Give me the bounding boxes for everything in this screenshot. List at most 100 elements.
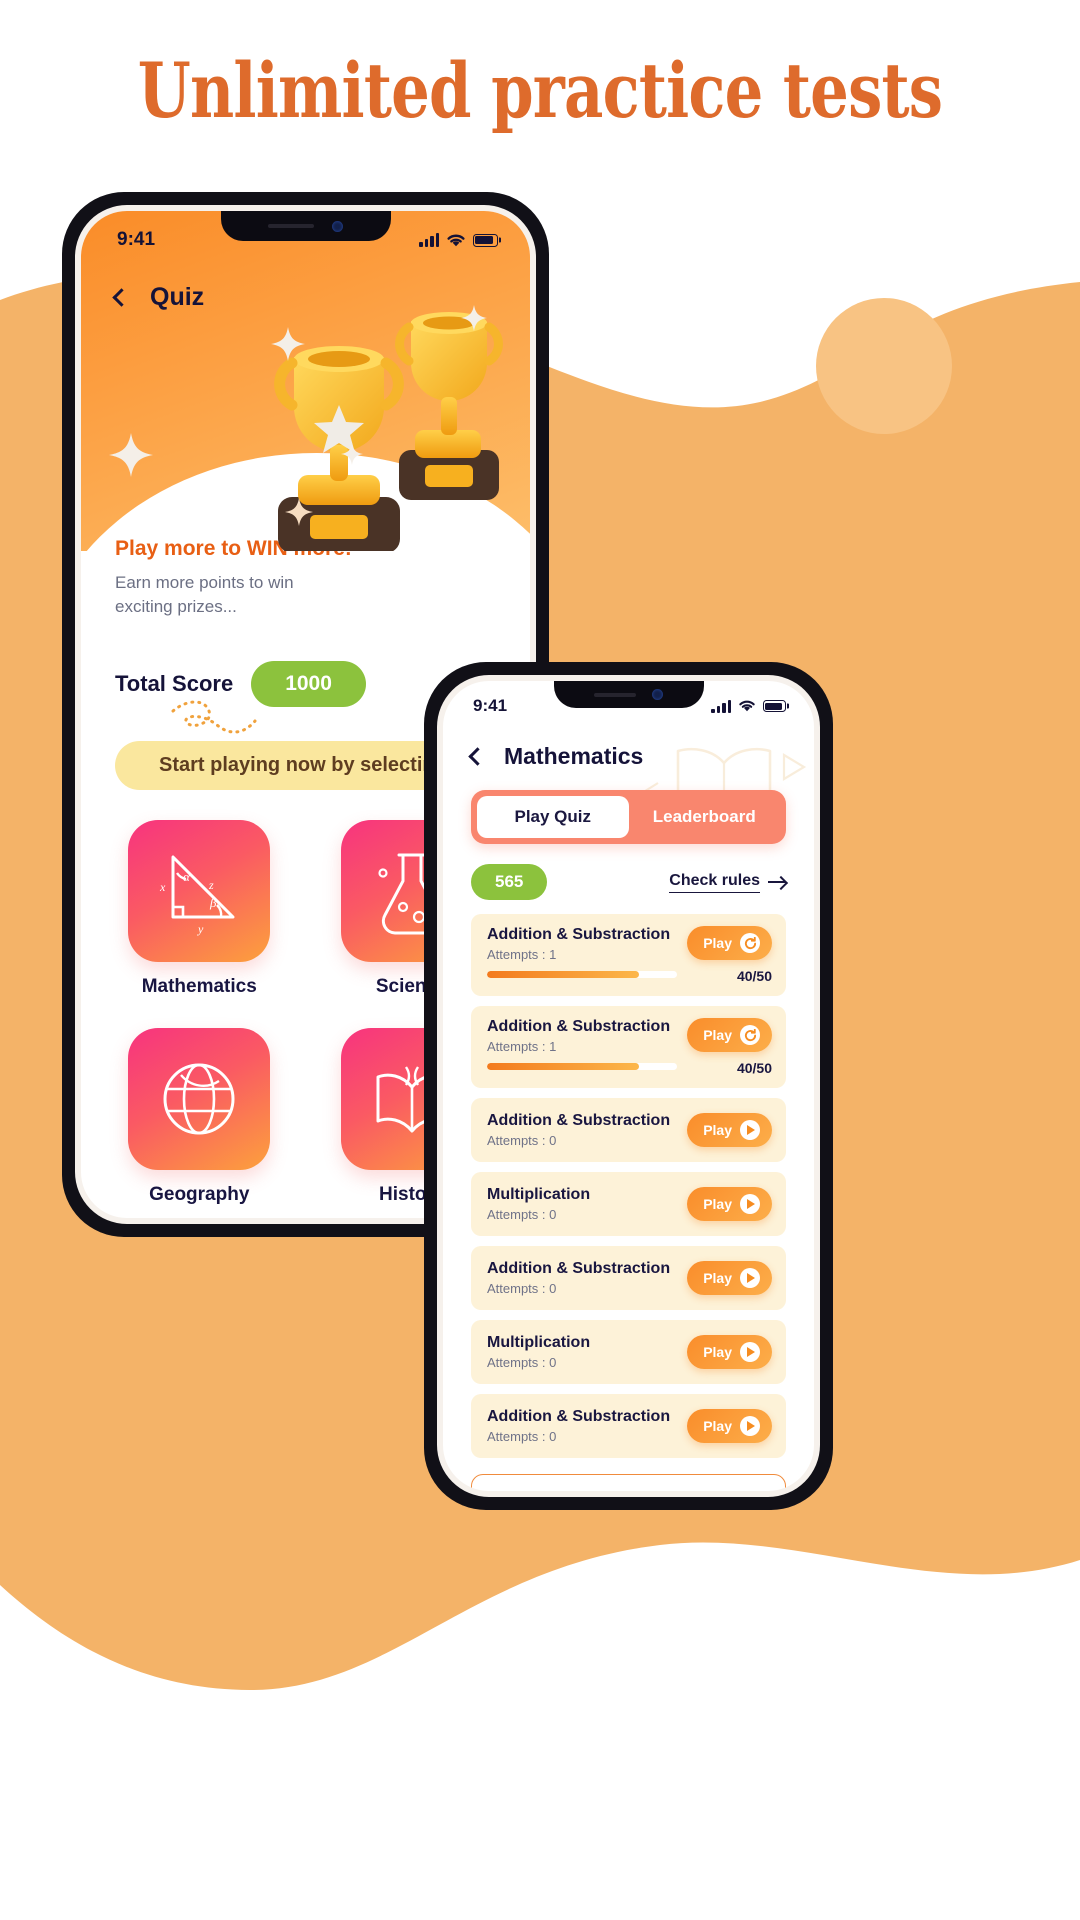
subject-name: Mathematics bbox=[141, 976, 257, 998]
play-icon bbox=[740, 1268, 760, 1288]
quiz-title: Addition & Substraction bbox=[487, 1018, 671, 1035]
subject-card-mathematics[interactable]: α x z β y Mathematics bbox=[115, 820, 284, 998]
play-label: Play bbox=[703, 1270, 732, 1286]
progress-fill bbox=[487, 971, 640, 978]
score-and-rules-row: 565 Check rules bbox=[443, 844, 814, 900]
battery-icon bbox=[763, 700, 786, 712]
refresh-icon bbox=[740, 1025, 760, 1045]
subject-tile: α x z β y bbox=[128, 820, 271, 963]
status-time: 9:41 bbox=[117, 229, 156, 250]
sparkle-icon bbox=[109, 433, 153, 477]
quiz-title: Multiplication bbox=[487, 1334, 591, 1351]
arrow-right-icon bbox=[768, 881, 786, 883]
quiz-row[interactable]: Addition & Substraction Attempts : 0 Pla… bbox=[471, 1098, 786, 1162]
cellular-bars-icon bbox=[711, 699, 731, 713]
quiz-score-fraction: 40/50 bbox=[736, 968, 772, 984]
play-label: Play bbox=[703, 1418, 732, 1434]
dotted-arrow-icon bbox=[171, 700, 257, 734]
check-rules-label: Check rules bbox=[669, 872, 760, 893]
sparkle-icon bbox=[461, 305, 487, 331]
svg-text:z: z bbox=[208, 878, 214, 892]
sparkle-icon bbox=[271, 327, 305, 361]
quiz-list: Addition & Substraction Attempts : 1 Pla… bbox=[443, 900, 814, 1458]
play-icon bbox=[740, 1120, 760, 1140]
sparkle-icon bbox=[341, 443, 363, 465]
wifi-icon bbox=[447, 234, 465, 246]
quiz-attempts: Attempts : 1 bbox=[487, 1039, 557, 1054]
subject-name: Geography bbox=[149, 1184, 250, 1206]
quiz-title: Addition & Substraction bbox=[487, 1112, 671, 1129]
refresh-icon bbox=[740, 933, 760, 953]
quiz-row[interactable]: Multiplication Attempts : 0 Play bbox=[471, 1320, 786, 1384]
total-score-value: 1000 bbox=[251, 661, 366, 708]
play-button[interactable]: Play bbox=[687, 926, 772, 960]
svg-text:α: α bbox=[183, 869, 191, 884]
quiz-progress bbox=[487, 971, 678, 978]
quiz-title: Addition & Substraction bbox=[487, 1408, 671, 1425]
phone-mockup-mathematics: 9:41 Mathematics Play Quiz Leaderboard 5… bbox=[424, 662, 833, 1510]
check-rules-link[interactable]: Check rules bbox=[669, 872, 786, 893]
quiz-attempts: Attempts : 0 bbox=[487, 1281, 557, 1296]
quiz-title: Addition & Substraction bbox=[487, 1260, 671, 1277]
wifi-icon bbox=[739, 700, 755, 712]
total-score-label: Total Score bbox=[115, 671, 234, 697]
play-button[interactable]: Play bbox=[687, 1409, 772, 1443]
play-label: Play bbox=[703, 1344, 732, 1360]
phone-bezel: 9:41 Mathematics Play Quiz Leaderboard 5… bbox=[437, 675, 820, 1497]
progress-fill bbox=[487, 1063, 640, 1070]
triangle-geometry-icon: α x z β y bbox=[159, 855, 235, 936]
quiz-attempts: Attempts : 0 bbox=[487, 1429, 557, 1444]
status-bar: 9:41 bbox=[443, 681, 814, 716]
sparkle-icon bbox=[285, 498, 313, 526]
tab-play-quiz[interactable]: Play Quiz bbox=[477, 796, 629, 838]
quiz-progress bbox=[487, 1063, 678, 1070]
quiz-score-fraction: 40/50 bbox=[736, 1060, 772, 1076]
quiz-row[interactable]: Multiplication Attempts : 0 Play bbox=[471, 1172, 786, 1236]
quiz-attempts: Attempts : 0 bbox=[487, 1355, 557, 1370]
svg-text:β: β bbox=[209, 895, 217, 910]
quiz-title: Multiplication bbox=[487, 1186, 591, 1203]
progress-track bbox=[487, 1063, 678, 1070]
battery-icon bbox=[473, 233, 498, 247]
quiz-row[interactable]: Addition & Substraction Attempts : 0 Pla… bbox=[471, 1246, 786, 1310]
phone-screen: 9:41 Mathematics Play Quiz Leaderboard 5… bbox=[443, 681, 814, 1491]
play-button[interactable]: Play bbox=[687, 1018, 772, 1052]
quiz-row[interactable]: Addition & Substraction Attempts : 0 Pla… bbox=[471, 1394, 786, 1458]
quiz-row[interactable]: Addition & Substraction Attempts : 1 Pla… bbox=[471, 914, 786, 996]
quiz-tabbar: Play Quiz Leaderboard bbox=[471, 790, 786, 844]
quiz-attempts: Attempts : 1 bbox=[487, 947, 557, 962]
cellular-bars-icon bbox=[419, 233, 439, 247]
quiz-title: Addition & Substraction bbox=[487, 926, 671, 943]
check-performance-button[interactable]: Check your performance! bbox=[471, 1474, 786, 1491]
svg-text:x: x bbox=[159, 880, 166, 894]
play-icon bbox=[740, 1416, 760, 1436]
background-circle bbox=[816, 298, 952, 434]
tab-leaderboard[interactable]: Leaderboard bbox=[629, 796, 781, 838]
subject-card-geography[interactable]: Geography bbox=[115, 1028, 284, 1206]
play-label: Play bbox=[703, 1027, 732, 1043]
chevron-left-icon[interactable] bbox=[112, 288, 131, 307]
quiz-row[interactable]: Addition & Substraction Attempts : 1 Pla… bbox=[471, 1006, 786, 1088]
screen-title: Mathematics bbox=[504, 743, 644, 769]
globe-icon bbox=[163, 1063, 235, 1135]
quiz-attempts: Attempts : 0 bbox=[487, 1207, 557, 1222]
quiz-score-value: 565 bbox=[471, 864, 548, 900]
play-button[interactable]: Play bbox=[687, 1113, 772, 1147]
subject-tile bbox=[128, 1028, 271, 1171]
promo-subtitle: Earn more points to win exciting prizes.… bbox=[115, 573, 294, 617]
progress-track bbox=[487, 971, 678, 978]
play-label: Play bbox=[703, 935, 732, 951]
chevron-left-icon[interactable] bbox=[468, 747, 487, 766]
svg-text:y: y bbox=[197, 922, 204, 936]
play-button[interactable]: Play bbox=[687, 1335, 772, 1369]
play-label: Play bbox=[703, 1122, 732, 1138]
play-icon bbox=[740, 1342, 760, 1362]
quiz-attempts: Attempts : 0 bbox=[487, 1133, 557, 1148]
play-button[interactable]: Play bbox=[687, 1261, 772, 1295]
page-title: Unlimited practice tests bbox=[137, 46, 943, 135]
play-button[interactable]: Play bbox=[687, 1187, 772, 1221]
status-bar: 9:41 bbox=[81, 211, 530, 251]
screen-title: Quiz bbox=[150, 283, 205, 311]
quiz-hero-banner: Quiz bbox=[81, 211, 530, 551]
play-label: Play bbox=[703, 1196, 732, 1212]
